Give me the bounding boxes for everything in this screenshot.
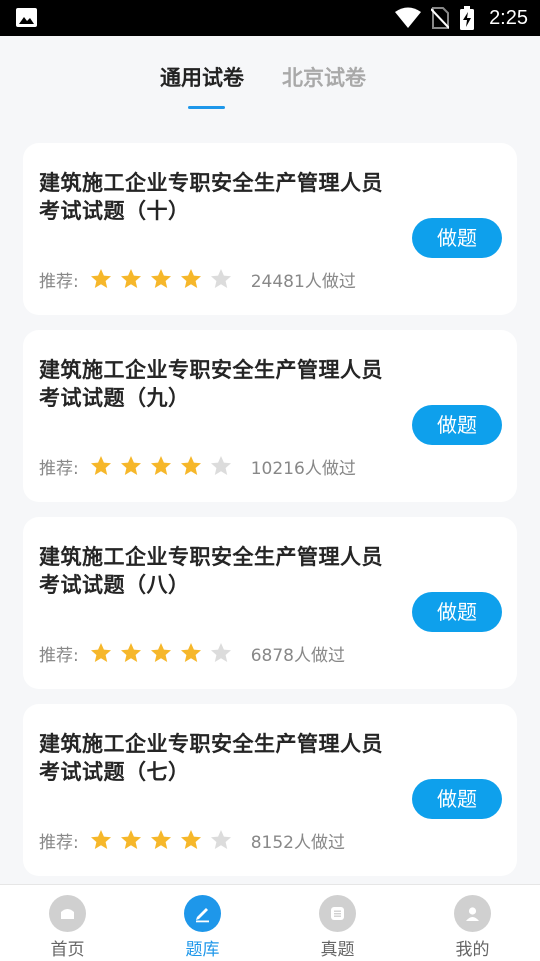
recommend-row: 推荐: 6878人做过 [39, 641, 345, 666]
star-filled-icon [150, 456, 171, 475]
nav-mine[interactable]: 我的 [405, 885, 540, 961]
exam-card: 建筑施工企业专职安全生产管理人员考试试题（七） 推荐: 8152人做过 做题 [23, 704, 517, 876]
nav-label: 我的 [455, 940, 490, 960]
exam-title: 建筑施工企业专职安全生产管理人员考试试题（十） [39, 171, 383, 223]
recommend-row: 推荐: 24481人做过 [39, 267, 356, 292]
recommend-label: 推荐: [39, 271, 79, 292]
nav-label: 真题 [320, 940, 355, 960]
no-sim-icon [431, 7, 450, 29]
star-filled-icon [180, 456, 201, 475]
nav-home[interactable]: 首页 [0, 885, 135, 961]
active-tab-indicator [188, 106, 225, 109]
star-filled-icon [90, 830, 111, 849]
star-filled-icon [120, 456, 141, 475]
exam-card: 建筑施工企业专职安全生产管理人员考试试题（八） 推荐: 6878人做过 做题 [23, 517, 517, 689]
star-rating [89, 454, 233, 478]
recommend-label: 推荐: [39, 832, 79, 853]
star-filled-icon [90, 643, 111, 662]
star-filled-icon [150, 643, 171, 662]
battery-charging-icon [460, 6, 475, 30]
do-exam-button[interactable]: 做题 [412, 779, 502, 819]
tab-general-exams[interactable]: 通用试卷 [160, 62, 244, 92]
user-icon [454, 895, 491, 932]
exam-title: 建筑施工企业专职安全生产管理人员考试试题（七） [39, 732, 383, 784]
nav-label: 首页 [50, 940, 85, 960]
star-filled-icon [120, 643, 141, 662]
tab-beijing-exams[interactable]: 北京试卷 [282, 62, 366, 92]
done-count: 24481人做过 [250, 271, 356, 292]
star-filled-icon [90, 269, 111, 288]
recommend-label: 推荐: [39, 645, 79, 666]
star-filled-icon [120, 269, 141, 288]
status-bar: 2:25 [0, 0, 540, 36]
star-filled-icon [180, 830, 201, 849]
bottom-nav: 首页 题库 真题 我的 [0, 884, 540, 961]
exam-title: 建筑施工企业专职安全生产管理人员考试试题（八） [39, 545, 383, 597]
image-notification-icon [16, 8, 37, 27]
star-empty-icon [210, 456, 231, 475]
exam-title: 建筑施工企业专职安全生产管理人员考试试题（九） [39, 358, 383, 410]
star-rating [89, 267, 233, 291]
list-icon [319, 895, 356, 932]
star-filled-icon [180, 269, 201, 288]
status-time: 2:25 [489, 6, 528, 29]
star-rating [89, 641, 233, 665]
exam-tabs: 通用试卷 北京试卷 [0, 36, 540, 116]
exam-card: 建筑施工企业专职安全生产管理人员考试试题（九） 推荐: 10216人做过 做题 [23, 330, 517, 502]
star-rating [89, 828, 233, 852]
do-exam-button[interactable]: 做题 [412, 218, 502, 258]
wifi-icon [395, 7, 422, 28]
edit-icon [184, 895, 221, 932]
recommend-row: 推荐: 8152人做过 [39, 828, 345, 853]
nav-question-bank[interactable]: 题库 [135, 885, 270, 961]
star-filled-icon [180, 643, 201, 662]
done-count: 8152人做过 [250, 832, 345, 853]
star-filled-icon [120, 830, 141, 849]
home-icon [49, 895, 86, 932]
nav-real-exams[interactable]: 真题 [270, 885, 405, 961]
done-count: 6878人做过 [250, 645, 345, 666]
do-exam-button[interactable]: 做题 [412, 592, 502, 632]
exam-card: 建筑施工企业专职安全生产管理人员考试试题（十） 推荐: 24481人做过 做题 [23, 143, 517, 315]
star-empty-icon [210, 830, 231, 849]
nav-label: 题库 [185, 940, 220, 960]
recommend-label: 推荐: [39, 458, 79, 479]
recommend-row: 推荐: 10216人做过 [39, 454, 356, 479]
star-empty-icon [210, 643, 231, 662]
star-filled-icon [90, 456, 111, 475]
do-exam-button[interactable]: 做题 [412, 405, 502, 445]
star-filled-icon [150, 269, 171, 288]
done-count: 10216人做过 [250, 458, 356, 479]
star-empty-icon [210, 269, 231, 288]
star-filled-icon [150, 830, 171, 849]
